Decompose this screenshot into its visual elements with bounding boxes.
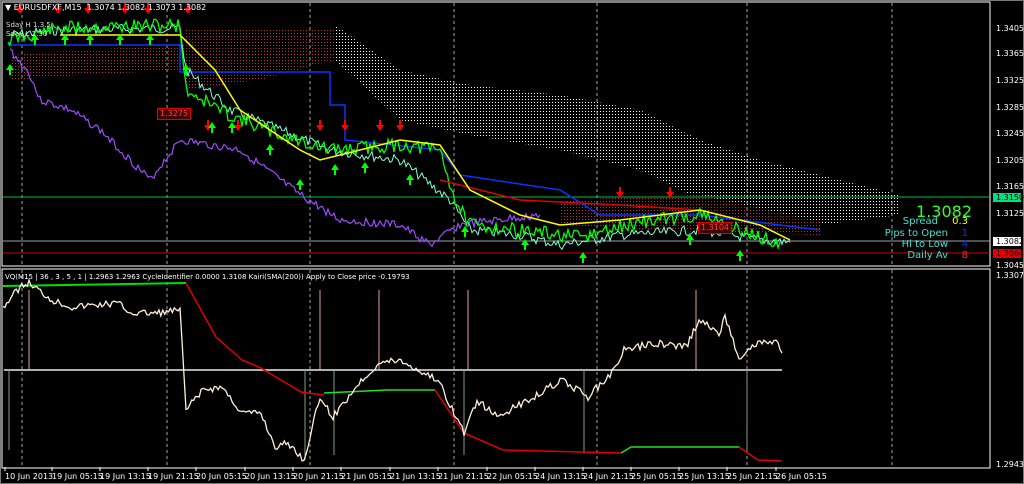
time-axis-label: 21 Jun 13:15 xyxy=(390,472,441,481)
symbol-label: EURUSDFXF,M15 xyxy=(13,3,82,12)
buy-arrow-icon xyxy=(208,122,216,133)
ichimoku-cloud-red xyxy=(10,45,185,80)
time-axis-label: 26 Jun 05:15 xyxy=(776,472,827,481)
ichimoku-cloud-white xyxy=(335,25,900,225)
time-axis-label: 25 Jun 13:15 xyxy=(679,472,730,481)
price-axis-label: 1.3405 xyxy=(996,24,1024,33)
sub-axis-bottom: 1.2943 xyxy=(996,460,1024,469)
kairi-green-line xyxy=(620,446,739,454)
price-axis-label: 1.3205 xyxy=(996,156,1024,165)
current-price-marker: 1.3082 xyxy=(993,237,1024,246)
time-axis-label: 20 Jun 13:15 xyxy=(245,472,296,481)
price-tag-2: 1.3104 xyxy=(698,222,732,234)
sell-arrow-icon xyxy=(316,120,324,131)
price-axis-label: 1.3125 xyxy=(996,209,1024,218)
kairi-green-line xyxy=(323,389,435,394)
time-axis-label: 21 Jun 21:15 xyxy=(438,472,489,481)
price-tag: 1.3275 xyxy=(157,108,191,120)
time-axis-label: 25 Jun 05:15 xyxy=(631,472,682,481)
spread-value: 0.3 xyxy=(952,216,968,227)
sell-arrow-icon xyxy=(376,120,384,131)
collapse-triangle-icon[interactable]: ▼ xyxy=(5,3,14,12)
price-axis-label: 1.3165 xyxy=(996,182,1024,191)
price-axis-label: 1.3365 xyxy=(996,49,1024,58)
sub-axis-top: 1.3307 xyxy=(996,271,1024,280)
price-axis-label: 1.3325 xyxy=(996,76,1024,85)
daily-average-label: Daily Av xyxy=(907,250,948,261)
time-axis-label: 19 Jun 05:15 xyxy=(52,472,103,481)
purple-line xyxy=(9,48,541,248)
buy-arrow-icon xyxy=(296,179,304,190)
red-line-marker: 1.3064 xyxy=(993,249,1024,258)
buy-arrow-icon xyxy=(461,226,469,237)
indicator-title: VQ(M15 | 36 , 3 , 5 , 1 | 1.2963 1.2963 … xyxy=(5,273,410,281)
pips-to-open-value: 1 xyxy=(961,228,968,239)
time-axis-label: 10 Jun 2013 xyxy=(5,472,54,481)
buy-arrow-icon xyxy=(331,164,339,175)
sell-arrow-icon xyxy=(396,120,404,131)
buy-arrow-icon xyxy=(736,250,744,261)
sell-arrow-icon xyxy=(341,120,349,131)
daily-average-value: 8 xyxy=(961,250,968,261)
kairi-red-line xyxy=(185,282,325,396)
ichimoku-cloud-red xyxy=(185,28,335,90)
time-axis-label: 22 Jun 05:15 xyxy=(487,472,538,481)
ohlc-values: 1.3074 1.3082 1.3073 1.3082 xyxy=(86,3,207,12)
time-axis-label: 19 Jun 13:15 xyxy=(100,472,151,481)
buy-arrow-icon xyxy=(406,174,414,185)
green-line-marker: 1.3150 xyxy=(993,193,1024,202)
time-axis-label: 21 Jun 05:15 xyxy=(341,472,392,481)
kairi-red-line xyxy=(434,389,622,454)
time-axis-label: 25 Jun 21:15 xyxy=(727,472,778,481)
sell-arrow-icon xyxy=(616,187,624,198)
chart-canvas[interactable] xyxy=(0,0,1024,484)
price-axis-label: 1.3285 xyxy=(996,103,1024,112)
time-axis-label: 19 Jun 21:15 xyxy=(148,472,199,481)
time-axis-label: 24 Jun 21:15 xyxy=(583,472,634,481)
spread-label: Spread xyxy=(902,216,938,227)
price-axis-label: 1.3045 xyxy=(996,261,1024,270)
chart-title: ▼ EURUSDFXF,M15 1.3074 1.3082 1.3073 1.3… xyxy=(5,3,206,13)
hi-to-low-label: Hi to Low xyxy=(901,239,948,250)
pips-to-open-label: Pips to Open xyxy=(884,228,948,239)
time-axis-label: 20 Jun 05:15 xyxy=(196,472,247,481)
buy-arrow-icon xyxy=(228,122,236,133)
sday-low-label: Sday L 1.30 xyxy=(6,30,48,38)
indicator-border xyxy=(1,268,991,469)
buy-arrow-icon xyxy=(266,144,274,155)
time-axis-label: 24 Jun 13:15 xyxy=(535,472,586,481)
kairi-red-line xyxy=(738,446,783,462)
time-axis-label: 20 Jun 21:15 xyxy=(293,472,344,481)
buy-arrow-icon xyxy=(361,162,369,173)
price-axis-label: 1.3245 xyxy=(996,129,1024,138)
hi-to-low-value: 4 xyxy=(961,239,968,250)
buy-arrow-icon xyxy=(579,252,587,263)
